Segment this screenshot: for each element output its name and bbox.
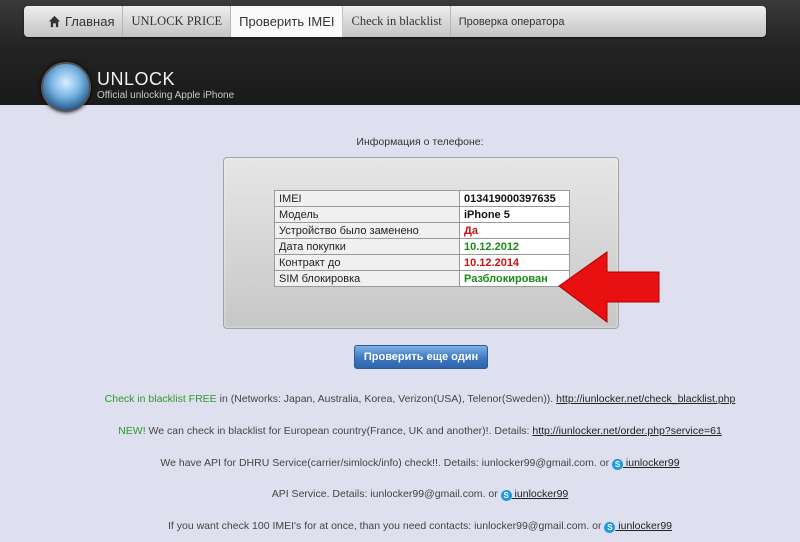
row-key: Контракт до [274, 254, 460, 271]
networks-text: in (Networks: Japan, Australia, Korea, V… [216, 393, 557, 405]
row-key: Устройство было заменено [274, 222, 460, 239]
table-row: IMEI 013419000397635 [274, 190, 570, 207]
skype-link[interactable]: iunlocker99 [615, 520, 672, 532]
nav-check-imei[interactable]: Проверить IMEI [231, 6, 344, 37]
row-value: 10.12.2014 [459, 254, 570, 271]
nav-unlock-price-label: UNLOCK PRICE [131, 14, 223, 28]
row-value: iPhone 5 [459, 206, 570, 223]
table-row: Устройство было заменено Да [274, 222, 570, 239]
skype-link[interactable]: iunlocker99 [623, 457, 680, 469]
red-arrow-icon [558, 251, 660, 323]
skype-link[interactable]: iunlocker99 [512, 488, 569, 500]
new-europe-line: NEW! We can check in blacklist for Europ… [0, 425, 800, 437]
nav-check-blacklist-label: Check in blacklist [351, 14, 442, 28]
table-row: Дата покупки 10.12.2012 [274, 238, 570, 255]
dhru-api-line: We have API for DHRU Service(carrier/sim… [0, 457, 800, 470]
row-value: 10.12.2012 [459, 238, 570, 255]
phone-info-table: IMEI 013419000397635 Модель iPhone 5 Уст… [274, 190, 570, 287]
row-value: 013419000397635 [459, 190, 570, 207]
skype-icon: S [500, 490, 512, 501]
nav-check-imei-label: Проверить IMEI [239, 14, 335, 29]
table-row: Контракт до 10.12.2014 [274, 254, 570, 271]
site-header: Главная UNLOCK PRICE Проверить IMEI Chec… [0, 0, 800, 112]
row-value: Да [459, 222, 570, 239]
logo-icon[interactable] [41, 62, 91, 112]
nav-check-blacklist[interactable]: Check in blacklist [343, 6, 451, 37]
bulk-check-line: If you want check 100 IMEI's for at once… [0, 520, 800, 533]
api-service-line: API Service. Details: iunlocker99@gmail.… [0, 488, 800, 501]
europe-text: We can check in blacklist for European c… [145, 425, 533, 437]
nav-home-label: Главная [65, 14, 115, 29]
bulk-check-text: If you want check 100 IMEI's for at once… [167, 520, 605, 532]
table-row: SIM блокировка Разблокирован [274, 270, 570, 287]
nav-operator-check[interactable]: Проверка оператора [451, 6, 573, 37]
nav-operator-check-label: Проверка оператора [458, 15, 565, 28]
info-heading: Информация о телефоне: [356, 136, 484, 148]
new-badge: NEW! [118, 425, 146, 437]
row-key: Модель [274, 206, 460, 223]
blacklist-link[interactable]: http://iunlocker.net/check_blacklist.php [556, 393, 735, 405]
api-service-text: API Service. Details: iunlocker99@gmail.… [271, 488, 501, 500]
top-nav: Главная UNLOCK PRICE Проверить IMEI Chec… [24, 6, 766, 37]
logo-subtitle: Official unlocking Apple iPhone [97, 90, 235, 101]
nav-home[interactable]: Главная [24, 6, 124, 37]
skype-icon: S [604, 522, 616, 533]
check-again-button[interactable]: Проверить еще один [354, 345, 488, 369]
blacklist-free-text: Check in blacklist FREE [104, 393, 217, 405]
dhru-text: We have API for DHRU Service(carrier/sim… [160, 457, 612, 469]
row-key: IMEI [274, 190, 460, 207]
blacklist-free-line: Check in blacklist FREE in (Networks: Ja… [0, 393, 800, 405]
row-value: Разблокирован [459, 270, 570, 287]
order-link[interactable]: http://iunlocker.net/order.php?service=6… [532, 425, 721, 437]
home-icon [48, 15, 61, 28]
skype-icon: S [611, 459, 623, 470]
logo-title[interactable]: UNLOCK [97, 69, 175, 90]
row-key: SIM блокировка [274, 270, 460, 287]
nav-unlock-price[interactable]: UNLOCK PRICE [123, 6, 232, 37]
table-row: Модель iPhone 5 [274, 206, 570, 223]
row-key: Дата покупки [274, 238, 460, 255]
